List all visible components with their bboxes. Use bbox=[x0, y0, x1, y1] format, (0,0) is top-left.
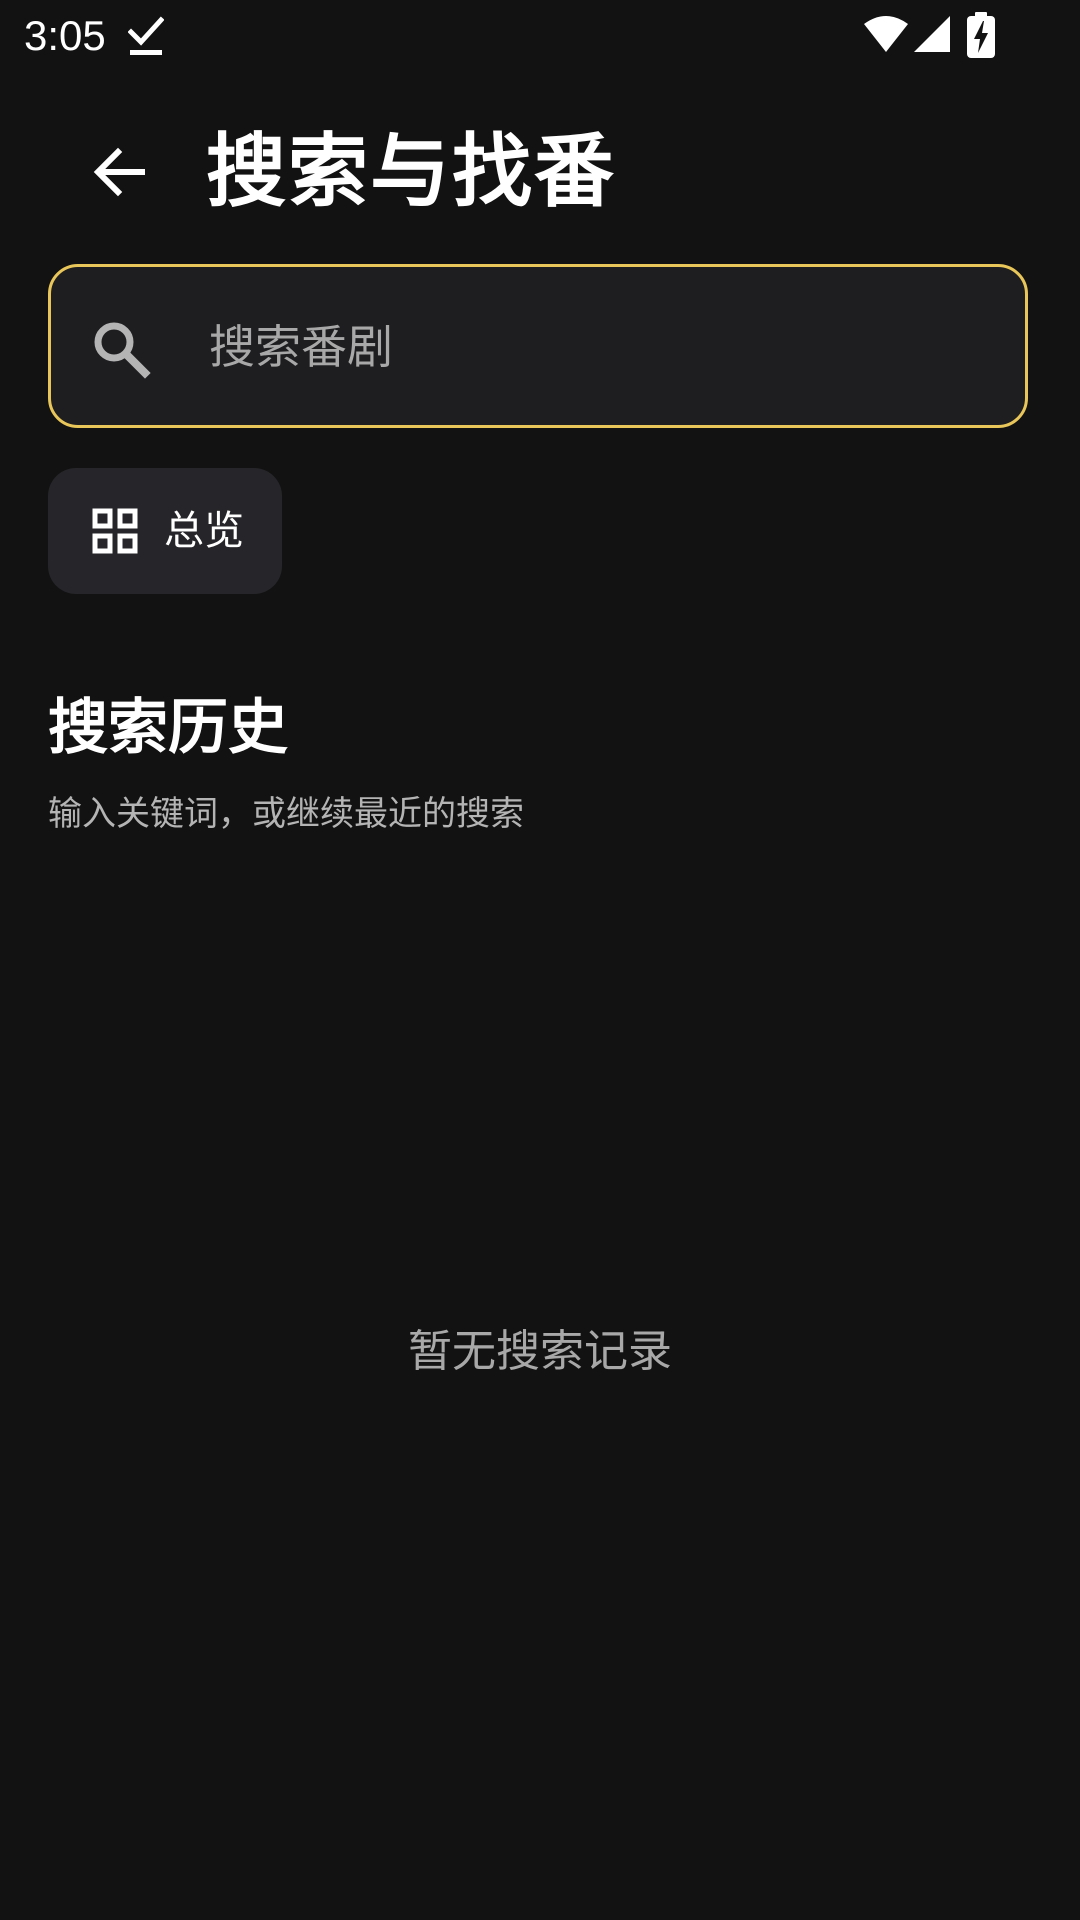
search-icon bbox=[94, 322, 151, 379]
search-box[interactable] bbox=[48, 264, 1028, 428]
arrow-back-icon bbox=[93, 147, 145, 197]
app-bar: 搜索与找番 bbox=[0, 100, 1080, 240]
wifi-icon bbox=[864, 16, 908, 52]
download-done-icon bbox=[128, 16, 164, 55]
cellular-signal-icon bbox=[914, 16, 950, 52]
status-time: 3:05 bbox=[24, 12, 106, 59]
search-history-title: 搜索历史 bbox=[48, 693, 288, 763]
back-button[interactable] bbox=[78, 130, 162, 214]
overview-chip[interactable]: 总览 bbox=[48, 468, 282, 594]
grid-view-icon bbox=[92, 508, 138, 554]
page-title: 搜索与找番 bbox=[206, 125, 616, 218]
battery-charging-icon bbox=[967, 12, 995, 58]
empty-history-message: 暂无搜索记录 bbox=[408, 1326, 672, 1377]
overview-chip-label: 总览 bbox=[164, 508, 244, 554]
search-input[interactable] bbox=[207, 303, 991, 391]
status-bar: 3:05 bbox=[0, 0, 1080, 72]
search-history-subtitle: 输入关键词，或继续最近的搜索 bbox=[48, 794, 524, 834]
